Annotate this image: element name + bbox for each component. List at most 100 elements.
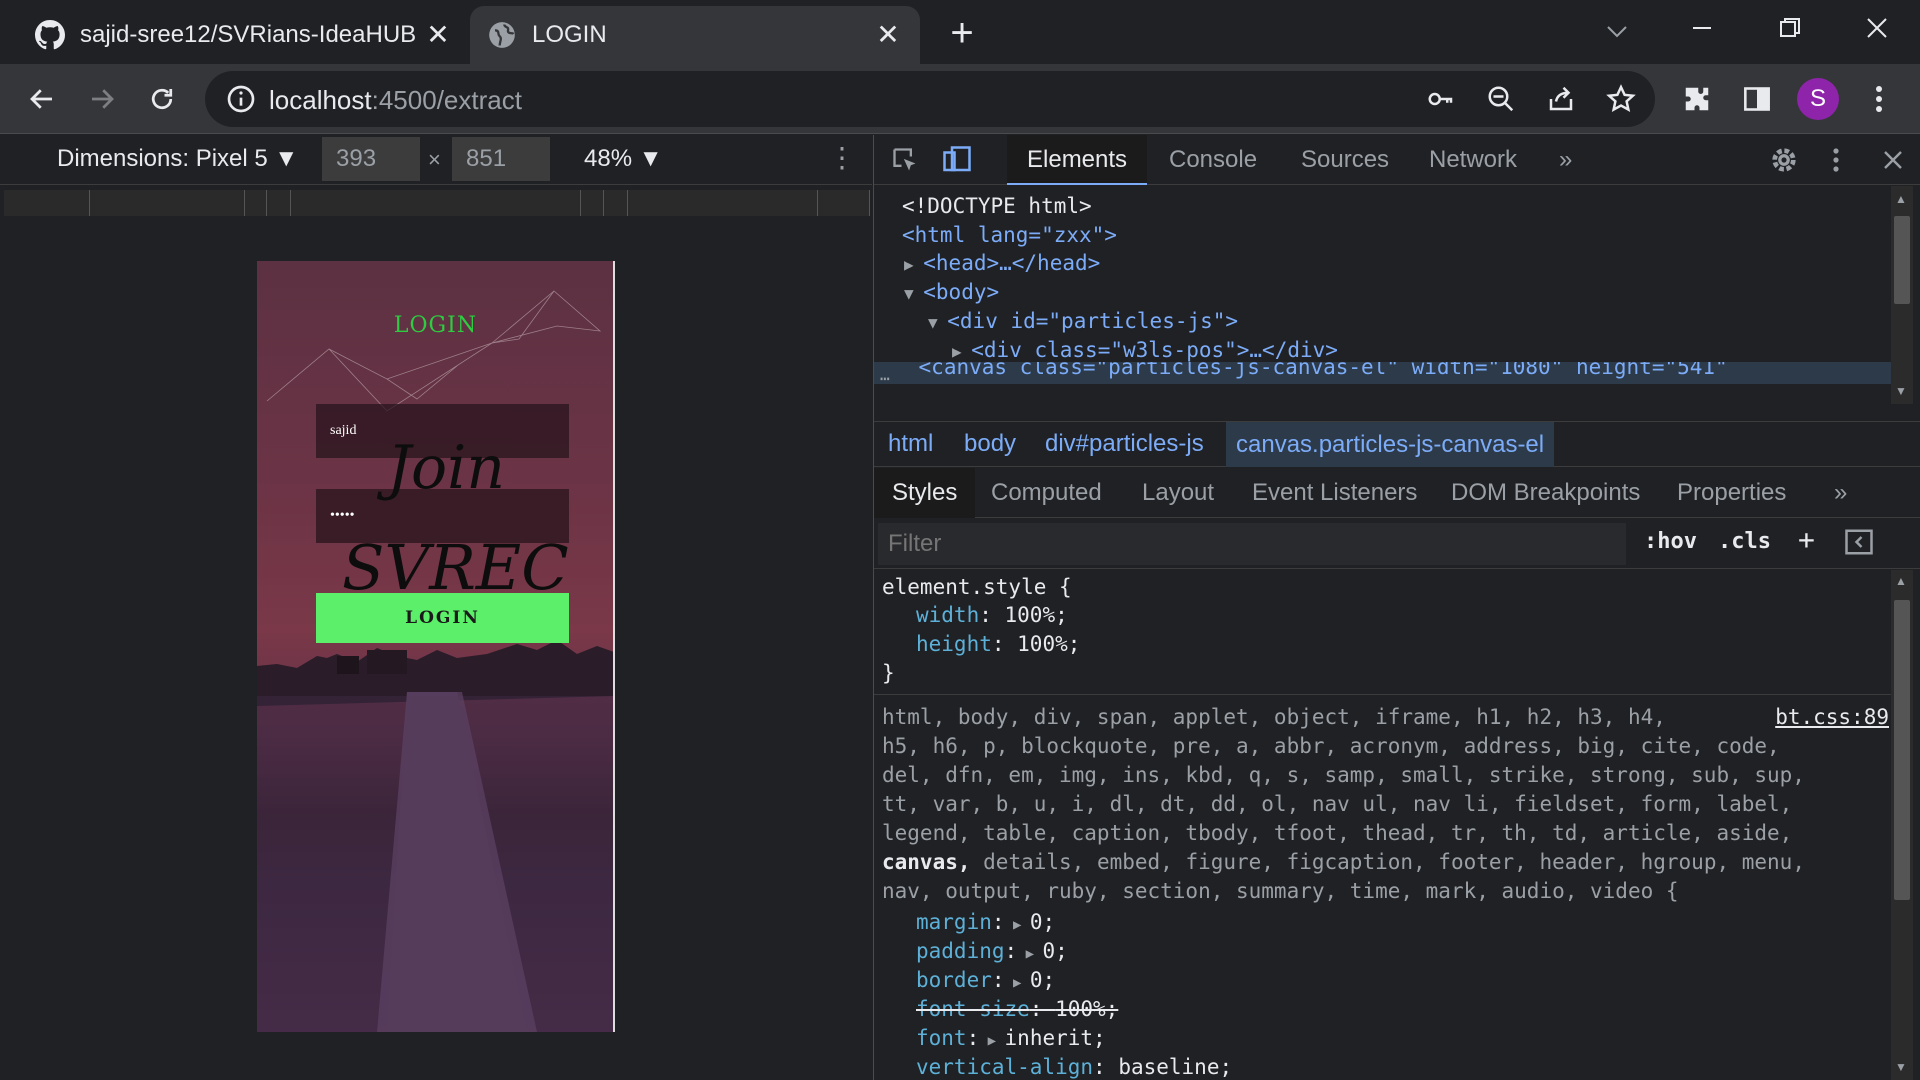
zoom-dropdown[interactable]: 48% ▼	[584, 145, 662, 173]
device-height-input[interactable]	[452, 137, 550, 181]
ruler-segment[interactable]	[267, 190, 291, 216]
back-icon[interactable]	[20, 77, 64, 121]
decl-vertical-align[interactable]: vertical-align: baseline;	[916, 1053, 1232, 1080]
ruler-segment[interactable]	[628, 190, 818, 216]
val-vertical-align[interactable]: baseline;	[1118, 1055, 1232, 1079]
dom-body[interactable]: ▼ <body>	[904, 277, 999, 307]
val-margin[interactable]: 0;	[1030, 910, 1055, 934]
device-width-input[interactable]	[322, 137, 420, 181]
tab-properties[interactable]: Properties	[1677, 468, 1786, 518]
decl-padding[interactable]: padding: ▶ 0;	[916, 937, 1068, 966]
dom-html[interactable]: <html lang="zxx">	[902, 220, 1117, 250]
site-info-icon[interactable]	[225, 83, 257, 115]
settings-gear-icon[interactable]	[1767, 143, 1801, 177]
reset-selector-line-2[interactable]: h5, h6, p, blockquote, pre, a, abbr, acr…	[882, 732, 1780, 761]
dom-head[interactable]: ▶ <head>…</head>	[904, 248, 1100, 278]
dom-div-particles[interactable]: ▼ <div id="particles-js">	[928, 306, 1238, 336]
key-icon[interactable]	[1423, 81, 1459, 117]
expand-arrow-icon[interactable]: ▶	[904, 255, 923, 274]
tab-network[interactable]: Network	[1429, 135, 1517, 185]
decl-margin[interactable]: margin: ▶ 0;	[916, 908, 1055, 937]
crumb-canvas[interactable]: canvas.particles-js-canvas-el	[1226, 422, 1555, 467]
prop-padding[interactable]: padding	[916, 939, 1005, 963]
prop-font[interactable]: font	[916, 1026, 967, 1050]
stylesheet-source-link[interactable]: bt.css:89	[1775, 703, 1889, 732]
prop-width[interactable]: width	[916, 603, 979, 627]
tab-login[interactable]: LOGIN ✕	[470, 6, 920, 64]
browser-menu-icon[interactable]	[1857, 77, 1901, 121]
scroll-down-icon[interactable]: ▼	[1895, 384, 1907, 398]
close-icon[interactable]: ✕	[422, 19, 454, 51]
inspect-element-icon[interactable]	[888, 143, 922, 177]
tab-console[interactable]: Console	[1169, 135, 1257, 185]
hover-state-toggle[interactable]: :hov	[1644, 529, 1697, 554]
dom-scrollbar[interactable]: ▲ ▼	[1891, 186, 1913, 404]
val-border[interactable]: 0;	[1030, 968, 1055, 992]
device-more-icon[interactable]: ⋮	[828, 141, 856, 174]
val-width[interactable]: 100%;	[1005, 603, 1068, 627]
selector-element-style[interactable]: element.style {	[882, 575, 1072, 599]
expand-shorthand-icon[interactable]: ▶	[1005, 975, 1030, 991]
styles-filter-input[interactable]	[878, 523, 1626, 565]
tab-layout[interactable]: Layout	[1142, 468, 1214, 518]
prop-vertical-align[interactable]: vertical-align	[916, 1055, 1093, 1079]
close-devtools-icon[interactable]	[1876, 143, 1910, 177]
ruler-segment[interactable]	[818, 190, 870, 216]
prop-margin[interactable]: margin	[916, 910, 992, 934]
scroll-up-icon[interactable]: ▲	[1895, 574, 1907, 588]
restore-icon[interactable]	[1762, 10, 1818, 50]
crumb-body[interactable]: body	[964, 430, 1016, 458]
side-panel-icon[interactable]	[1735, 77, 1779, 121]
ruler-segment[interactable]	[581, 190, 604, 216]
decl-font[interactable]: font: ▶ inherit;	[916, 1024, 1106, 1053]
expand-shorthand-icon[interactable]: ▶	[1005, 917, 1030, 933]
new-tab-icon[interactable]: +	[942, 13, 982, 54]
ruler-segment[interactable]	[4, 190, 90, 216]
styles-scrollbar[interactable]: ▲ ▼	[1891, 570, 1913, 1080]
val-height[interactable]: 100%;	[1017, 632, 1080, 656]
prop-font-size[interactable]: font-size	[916, 997, 1030, 1021]
scrollbar-thumb[interactable]	[1894, 600, 1910, 900]
dom-tree[interactable]: <!DOCTYPE html> <html lang="zxx"> ▶ <hea…	[874, 186, 1891, 404]
tab-search-icon[interactable]	[1589, 10, 1645, 50]
decl-height[interactable]: height: 100%;	[916, 630, 1080, 659]
ruler-segment[interactable]	[604, 190, 628, 216]
dom-div-w3ls[interactable]: ▶ <div class="w3ls-pos">…</div>	[952, 335, 1338, 365]
more-tabs-icon[interactable]: »	[1559, 135, 1572, 185]
prop-height[interactable]: height	[916, 632, 992, 656]
reload-icon[interactable]	[140, 77, 184, 121]
new-style-rule-icon[interactable]: +	[1798, 523, 1815, 556]
ruler-segment[interactable]	[291, 190, 581, 216]
login-button[interactable]: LOGIN	[316, 593, 569, 643]
val-font-size[interactable]: 100%;	[1055, 997, 1118, 1021]
device-resize-edge[interactable]	[613, 261, 615, 1032]
bookmark-star-icon[interactable]	[1603, 81, 1639, 117]
reset-selector-line-3[interactable]: del, dfn, em, img, ins, kbd, q, s, samp,…	[882, 761, 1805, 790]
crumb-html[interactable]: html	[888, 430, 933, 458]
decl-width[interactable]: width: 100%;	[916, 601, 1068, 630]
scroll-down-icon[interactable]: ▼	[1895, 1060, 1907, 1074]
expand-shorthand-icon[interactable]: ▶	[1017, 946, 1042, 962]
close-icon[interactable]: ✕	[872, 19, 904, 51]
forward-icon[interactable]	[80, 77, 124, 121]
tab-github[interactable]: sajid-sree12/SVRians-IdeaHUB ✕	[18, 6, 470, 64]
more-subtabs-icon[interactable]: »	[1834, 468, 1847, 518]
ruler-segment[interactable]	[245, 190, 267, 216]
reset-selector-line-6[interactable]: canvas, details, embed, figure, figcapti…	[882, 848, 1805, 877]
scroll-up-icon[interactable]: ▲	[1895, 192, 1907, 206]
minimize-icon[interactable]	[1674, 10, 1730, 50]
window-close-icon[interactable]	[1849, 10, 1905, 50]
tab-elements[interactable]: Elements	[1007, 135, 1148, 185]
dom-doctype[interactable]: <!DOCTYPE html>	[902, 191, 1092, 221]
reset-selector-line-1[interactable]: html, body, div, span, applet, object, i…	[882, 703, 1666, 732]
reset-selector-line-4[interactable]: tt, var, b, u, i, dl, dt, dd, ol, nav ul…	[882, 790, 1792, 819]
styles-pane[interactable]: element.style { width: 100%; height: 100…	[874, 570, 1891, 1080]
expand-arrow-icon[interactable]: ▶	[952, 342, 971, 361]
tab-event-listeners[interactable]: Event Listeners	[1252, 468, 1417, 518]
decl-border[interactable]: border: ▶ 0;	[916, 966, 1055, 995]
ruler-segment[interactable]	[90, 190, 245, 216]
scrollbar-thumb[interactable]	[1894, 216, 1910, 304]
prop-border[interactable]: border	[916, 968, 992, 992]
val-font[interactable]: inherit;	[1005, 1026, 1106, 1050]
device-dimensions-dropdown[interactable]: Dimensions: Pixel 5 ▼	[57, 145, 298, 173]
